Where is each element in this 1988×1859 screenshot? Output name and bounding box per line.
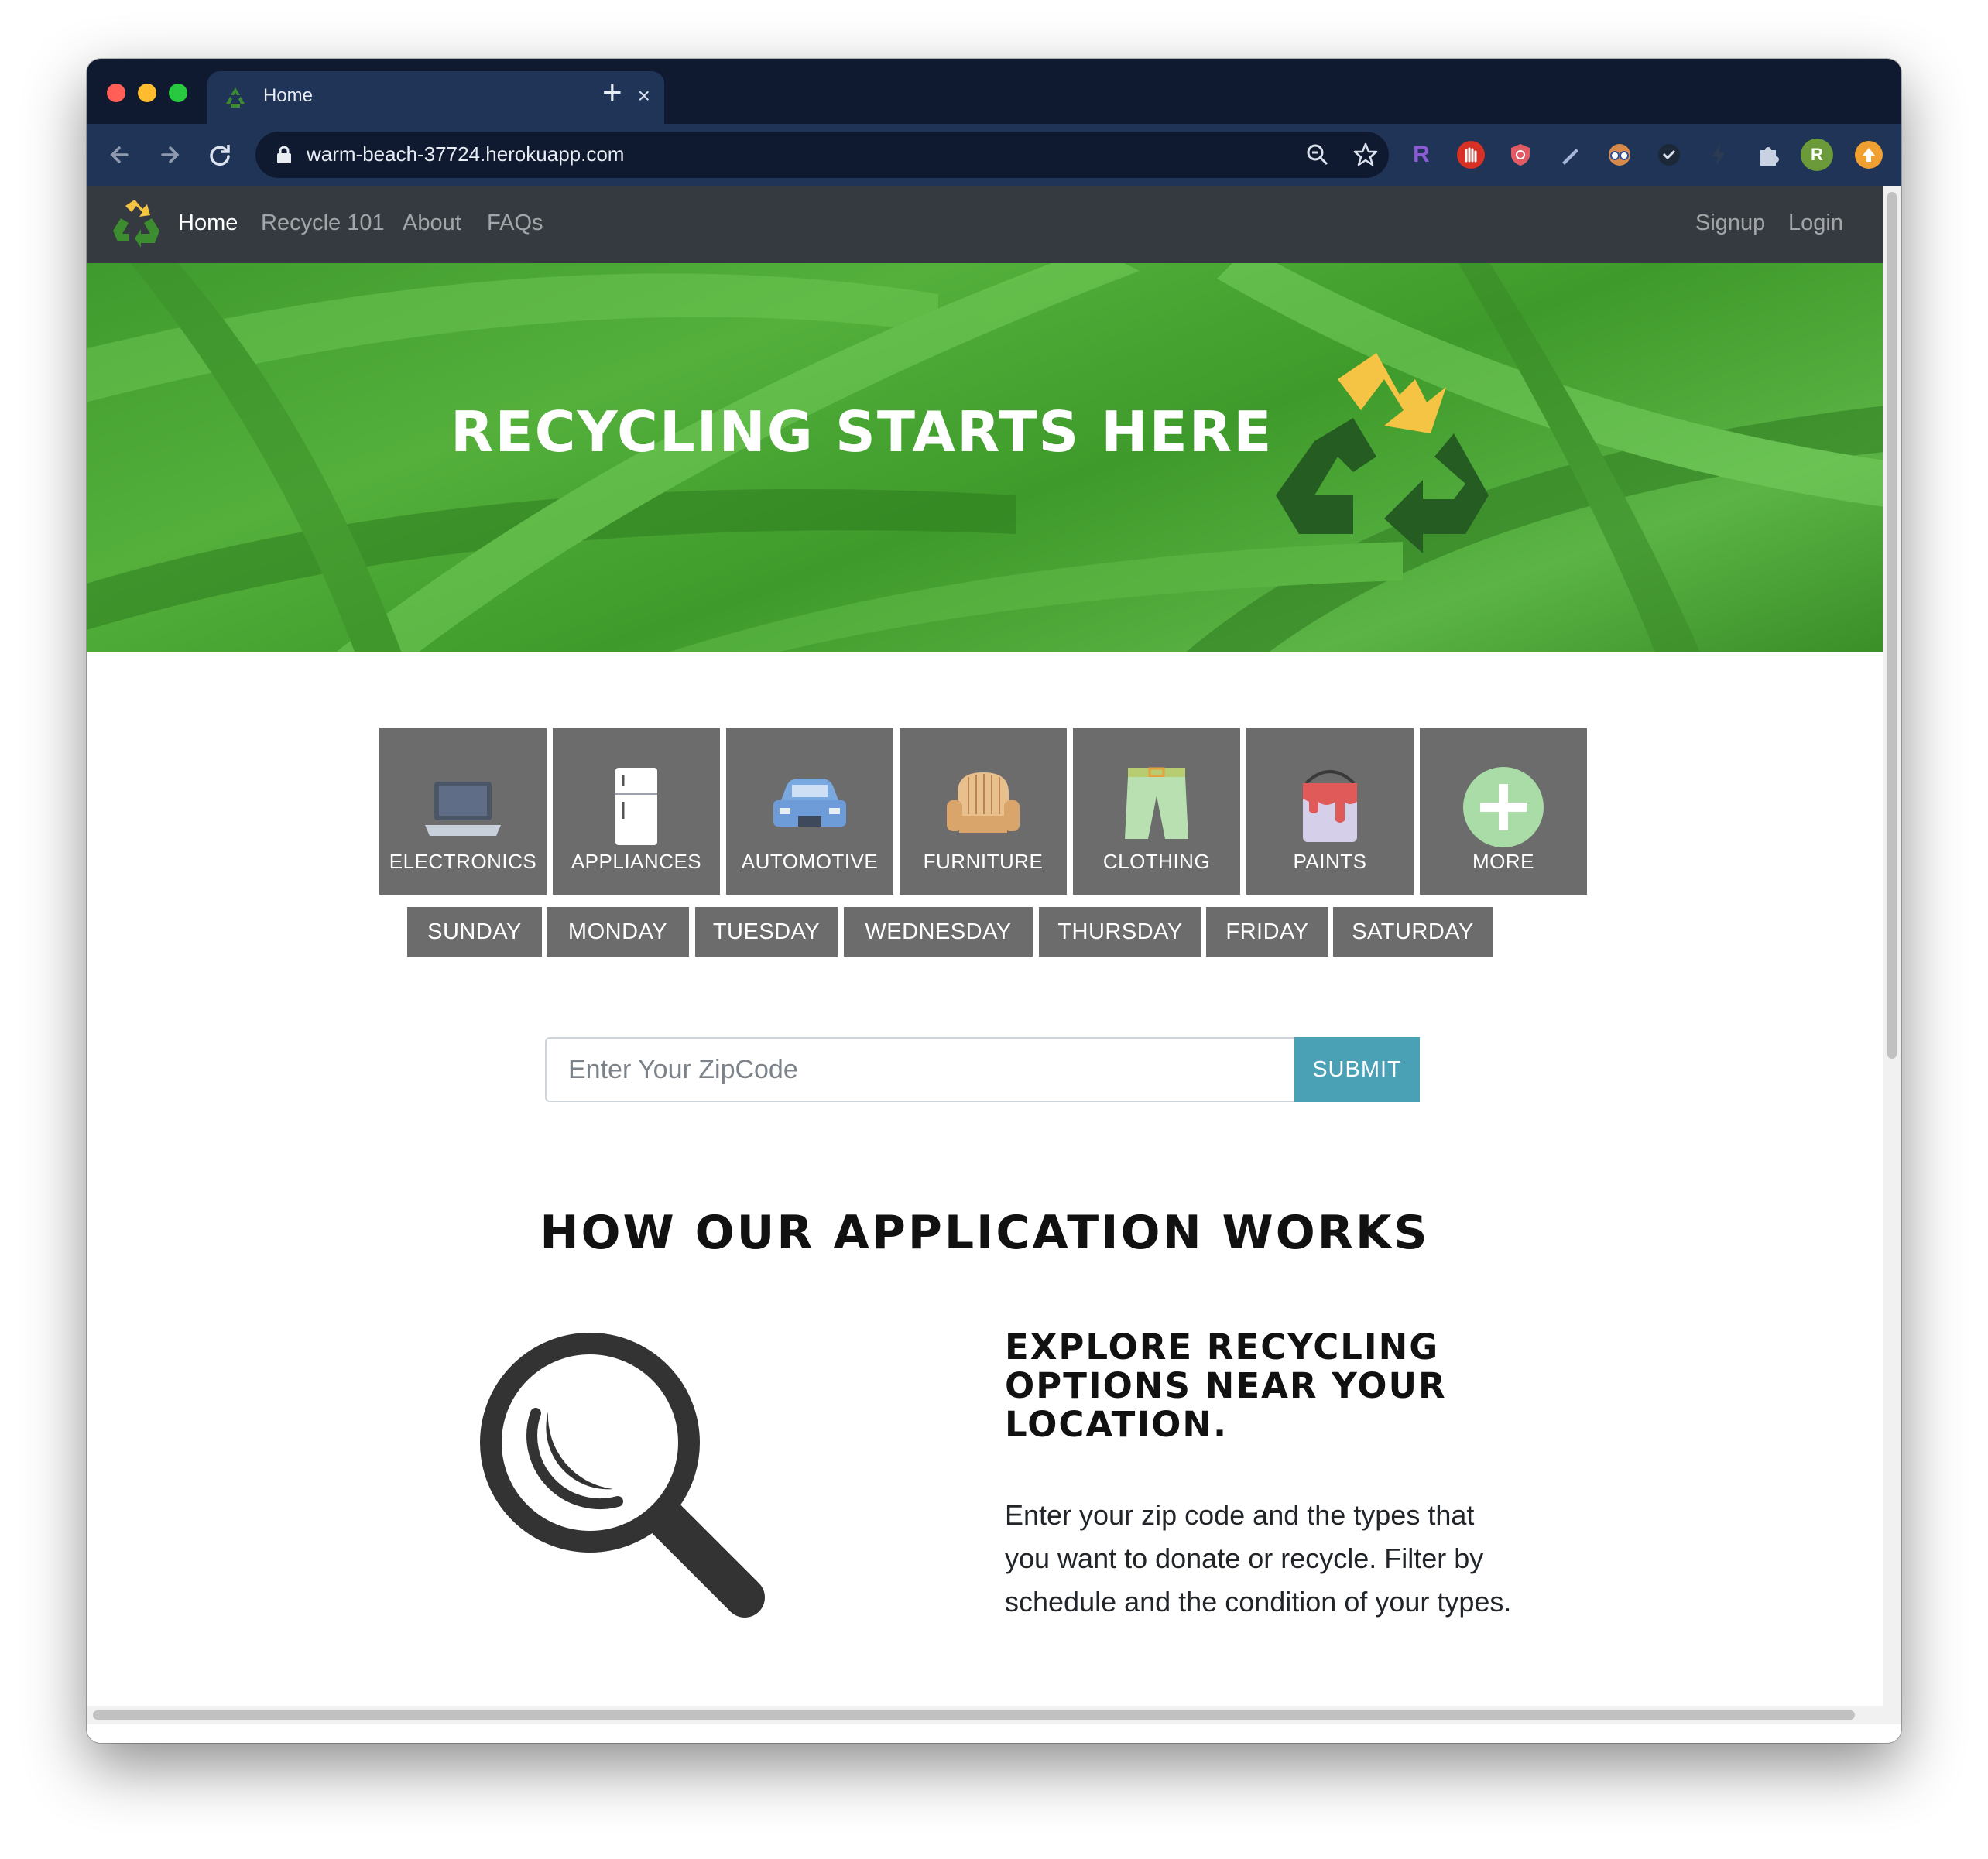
category-furniture[interactable]: FURNITURE [900, 728, 1067, 895]
day-saturday-button[interactable]: SATURDAY [1333, 907, 1493, 957]
horizontal-scrollbar[interactable] [87, 1706, 1883, 1724]
hero-title: RECYCLING STARTS HERE [451, 399, 1273, 464]
tab-bar: Home × + [87, 59, 1901, 124]
category-label: PAINTS [1293, 850, 1367, 873]
maximize-window-button[interactable] [169, 84, 187, 102]
check-icon[interactable] [1655, 141, 1683, 169]
how-it-works-title: HOW OUR APPLICATION WORKS [540, 1206, 1430, 1260]
category-label: AUTOMOTIVE [741, 850, 879, 873]
close-window-button[interactable] [107, 84, 125, 102]
browser-window: Home × + warm-beach-37724.herokuapp.com [87, 59, 1901, 1743]
plus-circle-icon [1463, 767, 1544, 847]
page-viewport: Home Recycle 101 About FAQs Signup Login [87, 186, 1883, 1724]
category-electronics[interactable]: ELECTRONICS [379, 728, 547, 895]
category-paints[interactable]: PAINTS [1246, 728, 1414, 895]
minimize-window-button[interactable] [138, 84, 156, 102]
adblock-icon[interactable] [1457, 141, 1485, 169]
address-bar[interactable]: warm-beach-37724.herokuapp.com [255, 132, 1389, 178]
pen-icon[interactable] [1556, 141, 1584, 169]
category-label: FURNITURE [923, 850, 1044, 873]
puzzle-icon[interactable] [1754, 141, 1782, 169]
recycle-hero-icon [1276, 353, 1489, 553]
day-wednesday-button[interactable]: WEDNESDAY [844, 907, 1033, 957]
shorts-icon [1125, 767, 1188, 839]
new-tab-button[interactable]: + [602, 76, 622, 110]
vertical-scroll-thumb[interactable] [1887, 192, 1897, 1059]
day-sunday-button[interactable]: SUNDAY [407, 907, 542, 957]
zoom-icon[interactable] [1304, 141, 1332, 169]
armchair-icon [947, 772, 1020, 833]
category-label: MORE [1472, 850, 1534, 873]
update-icon[interactable] [1855, 141, 1883, 169]
car-icon [773, 779, 846, 827]
category-more[interactable]: MORE [1420, 728, 1587, 895]
bolt-icon[interactable] [1705, 141, 1733, 169]
nav-signup-link[interactable]: Signup [1695, 211, 1765, 236]
vertical-scrollbar[interactable] [1883, 186, 1901, 1724]
submit-button[interactable]: SUBMIT [1294, 1037, 1420, 1102]
magnifier-icon [480, 1333, 765, 1618]
nav-recycle101-link[interactable]: Recycle 101 [261, 211, 385, 236]
back-icon[interactable] [104, 138, 138, 172]
category-label: CLOTHING [1102, 850, 1211, 873]
tab-title: Home [263, 85, 314, 106]
nav-home-link[interactable]: Home [178, 211, 238, 236]
hero-banner: RECYCLING STARTS HERE [87, 263, 1883, 652]
zipcode-input[interactable] [545, 1037, 1294, 1102]
horizontal-scroll-thumb[interactable] [93, 1710, 1855, 1720]
laptop-icon [425, 782, 501, 836]
tab-home[interactable]: Home × [207, 71, 664, 124]
nav-about-link[interactable]: About [403, 211, 461, 236]
category-automotive[interactable]: AUTOMOTIVE [726, 728, 893, 895]
shield-icon[interactable] [1506, 141, 1534, 169]
reload-icon[interactable] [203, 138, 237, 172]
explore-step-title: EXPLORE RECYCLING OPTIONS NEAR YOUR LOCA… [1005, 1327, 1447, 1445]
day-monday-button[interactable]: MONDAY [547, 907, 689, 957]
lock-icon [277, 146, 291, 163]
day-tuesday-button[interactable]: TUESDAY [695, 907, 838, 957]
tab-close-icon[interactable]: × [638, 82, 650, 110]
glasses-icon[interactable] [1606, 141, 1633, 169]
nav-faqs-link[interactable]: FAQs [487, 211, 543, 236]
category-label: APPLIANCES [571, 850, 702, 873]
site-navbar: Home Recycle 101 About FAQs Signup Login [87, 186, 1883, 263]
category-appliances[interactable]: APPLIANCES [553, 728, 720, 895]
paint-bucket-icon [1303, 770, 1357, 842]
day-friday-button[interactable]: FRIDAY [1206, 907, 1328, 957]
nav-login-link[interactable]: Login [1788, 211, 1843, 236]
category-label: ELECTRONICS [389, 850, 537, 873]
browser-toolbar: warm-beach-37724.herokuapp.com R R [87, 124, 1901, 186]
day-thursday-button[interactable]: THURSDAY [1039, 907, 1201, 957]
explore-step-text: Enter your zip code and the types that y… [1005, 1499, 1512, 1618]
recycle-logo-icon[interactable] [107, 195, 166, 254]
extension-r-icon[interactable]: R [1407, 141, 1435, 169]
category-clothing[interactable]: CLOTHING [1073, 728, 1240, 895]
recycle-favicon-icon [226, 87, 245, 108]
profile-avatar[interactable]: R [1801, 139, 1833, 171]
bookmark-star-icon[interactable] [1352, 141, 1380, 169]
fridge-icon [615, 768, 657, 845]
url-text: warm-beach-37724.herokuapp.com [307, 142, 625, 166]
forward-icon[interactable] [153, 138, 187, 172]
